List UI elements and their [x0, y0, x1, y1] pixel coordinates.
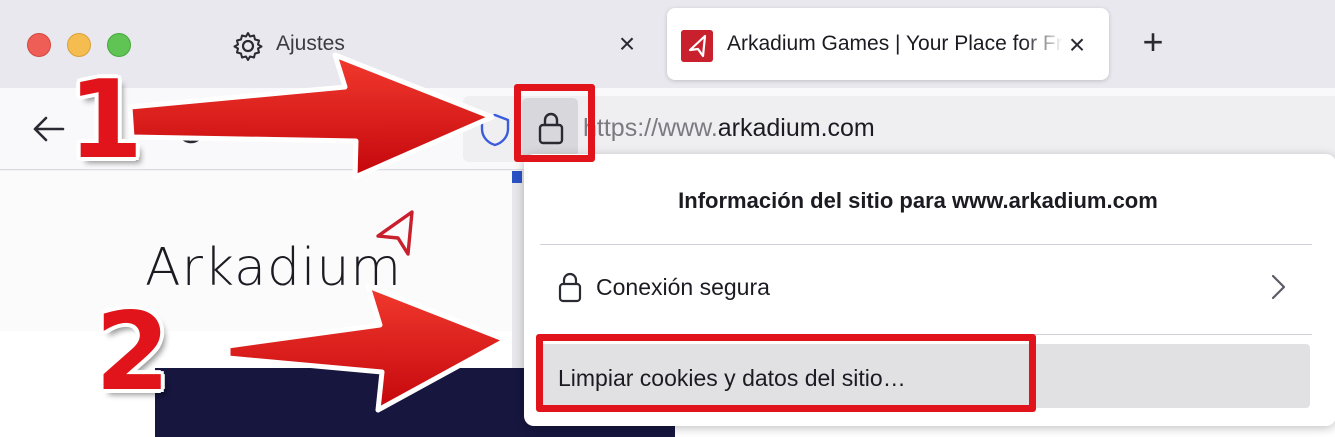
- url-text[interactable]: https://www.arkadium.com: [583, 114, 875, 143]
- tab-label: Arkadium Games | Your Place for Free Onl…: [727, 32, 1063, 55]
- step-number-1: 1: [68, 58, 144, 183]
- step-number-2: 2: [95, 290, 171, 415]
- tab-arkadium[interactable]: Arkadium Games | Your Place for Free Onl…: [667, 8, 1109, 80]
- close-window-button[interactable]: [27, 33, 51, 57]
- panel-title: Información del sitio para www.arkadium.…: [678, 188, 1158, 213]
- annotation-arrow-2: [225, 283, 509, 413]
- secure-connection-item[interactable]: Conexión segura: [596, 274, 770, 301]
- highlight-box-1: [514, 84, 595, 162]
- close-tab-icon[interactable]: ×: [615, 30, 639, 58]
- annotation-arrow-1: [127, 52, 495, 180]
- arkadium-logo-mark-icon: [376, 210, 414, 256]
- highlight-box-2: [536, 334, 1036, 412]
- lock-icon: [558, 272, 582, 303]
- chevron-right-icon[interactable]: [1268, 272, 1288, 302]
- url-prefix: https://www.: [583, 114, 718, 142]
- divider: [540, 244, 1312, 245]
- plus-icon[interactable]: +: [1138, 24, 1168, 60]
- back-arrow-icon[interactable]: [30, 114, 66, 144]
- url-domain: arkadium.com: [717, 114, 875, 142]
- minimize-window-button[interactable]: [67, 33, 91, 57]
- arkadium-favicon-icon: [681, 30, 713, 62]
- close-tab-icon[interactable]: ×: [1065, 31, 1089, 59]
